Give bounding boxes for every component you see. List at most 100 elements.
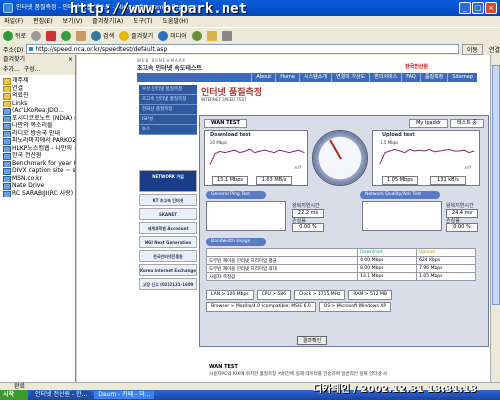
row-label: 도무빈 제이을 인터넷 프리미엄 최대 xyxy=(205,264,359,273)
favorites-title: 즐겨찾기 xyxy=(3,56,26,63)
favorite-item[interactable]: 의료진 xyxy=(0,92,75,100)
ie-icon xyxy=(3,3,13,13)
download-rate: 1.63 MB/s xyxy=(256,176,292,185)
data-point xyxy=(214,153,216,155)
favorite-item[interactable]: DIVX caption site ~ scaption xyxy=(0,167,75,175)
data-point xyxy=(303,152,305,154)
data-point xyxy=(419,149,421,151)
ad-banner[interactable]: 고장 신고 (02)2131-1600 xyxy=(139,278,197,290)
search-button[interactable]: 검색 xyxy=(91,30,114,41)
menu-view[interactable]: 보기(V) xyxy=(63,18,83,25)
forward-button[interactable] xyxy=(31,30,42,41)
back-button[interactable]: 뒤로 xyxy=(3,30,26,41)
status-text: 완료 xyxy=(14,383,26,390)
table-header-download: Download xyxy=(357,248,418,257)
favorite-item[interactable]: MSN.co.kr xyxy=(0,175,75,182)
favorites-button[interactable]: 즐겨찾기 xyxy=(119,30,153,41)
history-button[interactable] xyxy=(191,30,202,41)
row-label: 도무빈 제이을 인터넷 프리미엄 평균 xyxy=(205,256,359,265)
tab-wan-test[interactable]: WAN TEST xyxy=(204,119,247,128)
menu-help[interactable]: 도움말(H) xyxy=(162,18,188,25)
favorite-item[interactable]: Links xyxy=(0,100,75,107)
favorite-item[interactable]: 개주제 xyxy=(0,77,75,85)
data-point xyxy=(379,163,381,165)
ad-banner[interactable]: KT 초고속 인터넷 xyxy=(139,194,197,206)
ad-banner[interactable]: Korea Internet Exchange xyxy=(139,264,197,276)
taskbar-item[interactable]: Daum - 카페 - 마... xyxy=(94,391,155,399)
nav-item[interactable]: 시스템소개 xyxy=(298,73,331,82)
favorite-item[interactable]: 포시디코로노트 (NDIA) (... xyxy=(0,115,75,122)
ad-banner[interactable]: NGI Next Generation xyxy=(139,236,197,248)
minimize-button[interactable]: _ xyxy=(459,2,471,14)
data-point xyxy=(384,152,386,154)
left-menu-item[interactable]: 뉴스 xyxy=(139,125,197,135)
data-point xyxy=(433,151,435,153)
left-menu-item[interactable]: 전화선 품질측정 xyxy=(139,105,197,115)
favorite-item[interactable]: Benchmark for year Intern... xyxy=(0,160,75,167)
data-point xyxy=(468,152,470,154)
mail-button[interactable] xyxy=(206,30,217,41)
menu-edit[interactable]: 편집(E) xyxy=(33,18,53,25)
org-logo[interactable]: 한국전산원 xyxy=(405,63,428,70)
refresh-button[interactable] xyxy=(61,30,72,41)
menu-tools[interactable]: 도구(T) xyxy=(133,18,152,25)
favorite-item[interactable]: RC SARABIJI(RC 사랑) xyxy=(0,190,75,197)
favorite-item[interactable]: 라디오 방송국 안내 xyxy=(0,130,75,137)
nav-item[interactable]: Sitemap xyxy=(447,73,477,82)
favorites-list: 개주제 연결 의료진 Links (Ac’LKoRea.JDO... 포시디코로노트 (N… xyxy=(0,75,75,197)
data-point xyxy=(224,152,226,154)
close-button[interactable]: × xyxy=(485,2,497,14)
nav-item[interactable]: About xyxy=(251,73,275,82)
go-button[interactable]: 이동 xyxy=(461,43,483,55)
ping-loss-value: 0.00 % xyxy=(292,223,324,232)
data-point xyxy=(288,152,290,154)
favorite-item[interactable]: (Ac’LKoRea.JDO... xyxy=(0,107,75,115)
add-favorite-button[interactable]: 추가... xyxy=(3,66,20,73)
menu-favorites[interactable]: 즐겨찾기(A) xyxy=(92,18,123,25)
printer-icon xyxy=(221,30,232,41)
media-button[interactable]: 미디어 xyxy=(158,30,187,41)
left-menu-item[interactable]: ISP설 xyxy=(139,115,197,125)
address-input[interactable]: http://speed.nca.or.kr/speedtest/default… xyxy=(26,44,459,54)
favorite-item[interactable]: 한국 전산원 xyxy=(0,152,75,160)
nav-item[interactable]: Home xyxy=(275,73,299,82)
wan-test-heading: WAN TEST xyxy=(209,364,238,370)
links-label[interactable]: 연결 xyxy=(489,45,500,54)
brand-title: 초고속 인터넷 속도테스트 xyxy=(137,65,202,72)
upload-chart: 1.5 Mbps 시간 xyxy=(379,140,475,169)
nav-item[interactable]: 품질측정 xyxy=(419,73,447,82)
ad-banner[interactable]: NETWORK 가입 xyxy=(139,170,197,192)
vertical-scrollbar[interactable] xyxy=(490,55,500,382)
favorite-item[interactable]: Nate Drive xyxy=(0,182,75,190)
ad-banner[interactable]: SKANET xyxy=(139,208,197,220)
ip-box: My ipaddr 테스트 중 xyxy=(409,119,484,128)
favorite-item[interactable]: 연결 xyxy=(0,85,75,92)
download-label: Download test xyxy=(210,132,251,138)
nav-item[interactable]: 연결의 가상도 xyxy=(330,73,369,82)
close-pane-icon[interactable]: × xyxy=(68,55,73,65)
ad-banner[interactable]: 한국인터넷진흥원 xyxy=(139,250,197,262)
favorite-item[interactable]: 나만의 목소리를 xyxy=(0,122,75,130)
stop-button[interactable] xyxy=(46,30,57,41)
left-menu-item[interactable]: 우선 인터넷 품질측정 xyxy=(139,85,197,95)
home-button[interactable] xyxy=(76,30,87,41)
scroll-thumb[interactable] xyxy=(492,65,500,305)
toolbar: 뒤로 검색 즐겨찾기 미디어 xyxy=(0,27,500,43)
gauge-needle xyxy=(329,139,342,160)
left-menu-item[interactable]: 초고속 인터넷 품질측정 xyxy=(139,95,197,105)
menu-file[interactable]: 파일(F) xyxy=(4,18,23,25)
ad-banner[interactable]: 세계과학원 Accoount xyxy=(139,222,197,234)
favorite-item[interactable]: HLKP노스컴웹 - 나만의 소리... xyxy=(0,145,75,152)
nav-item[interactable]: FAQ xyxy=(401,73,420,82)
nav-item[interactable]: 편의서비스 xyxy=(369,73,401,82)
organize-favorites-button[interactable]: 구성... xyxy=(24,66,41,73)
maximize-button[interactable]: □ xyxy=(472,2,484,14)
print-button[interactable] xyxy=(221,30,232,41)
axis-label: 시간 xyxy=(294,164,302,169)
data-point xyxy=(273,152,275,154)
bandwidth-section-label: Bandwidth Usage xyxy=(206,238,266,246)
result-button[interactable]: 결과확인 xyxy=(297,336,327,345)
favorite-item[interactable]: 파노라마치에서 PARKOZ H... xyxy=(0,137,75,145)
taskbar-item[interactable]: 인터넷 전산원 - 한... xyxy=(31,391,92,399)
start-button[interactable]: 시작 xyxy=(0,390,28,400)
